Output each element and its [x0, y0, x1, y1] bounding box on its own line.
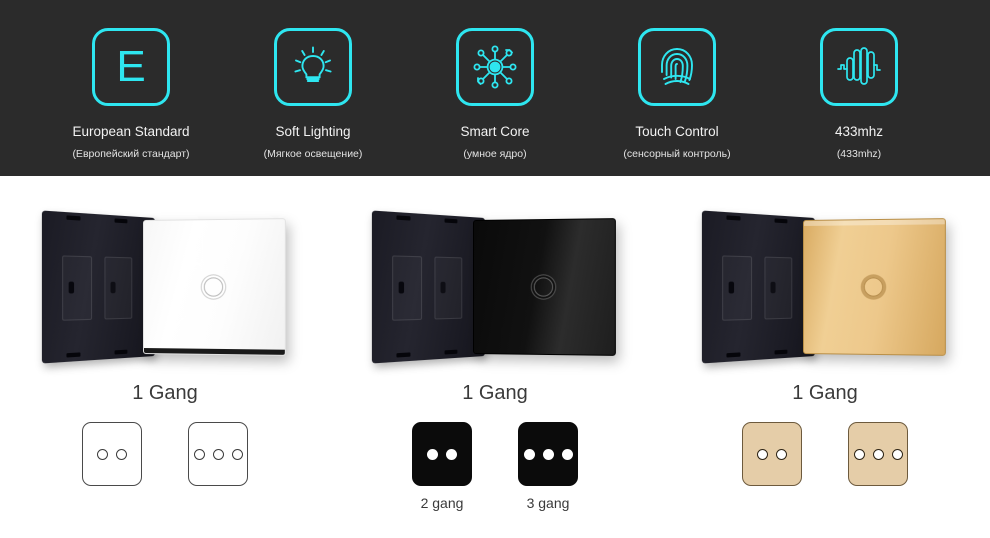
variant-face — [742, 422, 802, 486]
product-photo-gold — [660, 214, 990, 366]
feature-item-european-standard: E European Standard (Европейский стандар… — [42, 28, 220, 160]
gang-dot — [232, 449, 243, 460]
feature-label: European Standard — [72, 124, 189, 139]
glass-panel-gold — [803, 218, 946, 356]
touch-indicator-icon — [204, 277, 223, 296]
waveform-glyph — [832, 41, 886, 93]
product-column-white[interactable]: 1 Gang — [0, 176, 330, 538]
gang-dot — [97, 449, 108, 460]
lightbulb-glyph — [288, 42, 338, 92]
product-column-gold[interactable]: 1 Gang — [660, 176, 990, 538]
variant-row-white — [0, 422, 330, 534]
gang-dot — [524, 449, 535, 460]
feature-item-smart-core: Smart Core (умное ядро) — [406, 28, 584, 160]
feature-label: 433mhz — [835, 124, 883, 139]
feature-item-touch-control: Touch Control (сенсорный контроль) — [588, 28, 766, 160]
variant-face — [82, 422, 142, 486]
feature-sublabel: (433mhz) — [837, 148, 881, 160]
variant-row-gold — [660, 422, 990, 534]
gang-dot — [562, 449, 573, 460]
feature-sublabel: (Мягкое освещение) — [264, 148, 363, 160]
variant-face — [412, 422, 472, 486]
product-caption: 1 Gang — [660, 382, 990, 405]
gang-dot — [213, 449, 224, 460]
gang-dot — [757, 449, 768, 460]
gang-dot — [543, 449, 554, 460]
fingerprint-glyph — [653, 41, 701, 93]
variant-face — [518, 422, 578, 486]
rear-module — [372, 210, 485, 363]
feature-sublabel: (сенсорный контроль) — [623, 148, 730, 160]
product-column-black[interactable]: 1 Gang 2 gang 3 gang — [330, 176, 660, 538]
gang-dot — [427, 449, 438, 460]
feature-label: Smart Core — [460, 124, 529, 139]
gang-dot — [873, 449, 884, 460]
gang-dot — [776, 449, 787, 460]
feature-banner: E European Standard (Европейский стандар… — [0, 0, 990, 176]
feature-item-433mhz: 433mhz (433mhz) — [770, 28, 948, 160]
fingerprint-icon — [638, 28, 716, 106]
radio-waveform-icon — [820, 28, 898, 106]
gang-dot — [116, 449, 127, 460]
variant-black-3gang[interactable]: 3 gang — [518, 422, 578, 534]
feature-sublabel: (Европейский стандарт) — [72, 148, 189, 160]
gang-dot — [854, 449, 865, 460]
product-photo-black — [330, 214, 660, 366]
smart-core-glyph — [468, 40, 522, 94]
variant-gold-2gang[interactable] — [742, 422, 802, 534]
gang-dot — [892, 449, 903, 460]
smart-core-hub-icon — [456, 28, 534, 106]
product-caption: 1 Gang — [330, 382, 660, 405]
variant-label: 3 gang — [527, 495, 570, 513]
feature-sublabel: (умное ядро) — [463, 148, 526, 160]
variant-row-black: 2 gang 3 gang — [330, 422, 660, 534]
variant-gold-3gang[interactable] — [848, 422, 908, 534]
variant-face — [848, 422, 908, 486]
feature-item-soft-lighting: Soft Lighting (Мягкое освещение) — [224, 28, 402, 160]
product-photo-white — [0, 214, 330, 366]
glass-panel-black — [473, 218, 616, 356]
variant-label: 2 gang — [421, 495, 464, 513]
letter-e-glyph: E — [116, 45, 145, 89]
letter-e-icon: E — [92, 28, 170, 106]
feature-label: Touch Control — [635, 124, 718, 139]
variant-white-3gang[interactable] — [188, 422, 248, 534]
variant-black-2gang[interactable]: 2 gang — [412, 422, 472, 534]
lightbulb-icon — [274, 28, 352, 106]
variant-white-2gang[interactable] — [82, 422, 142, 534]
touch-indicator-icon — [864, 277, 883, 296]
product-caption: 1 Gang — [0, 382, 330, 405]
rear-module — [702, 210, 815, 363]
product-showcase: 1 Gang 1 Gang 2 gang 3 gang 1 Gang — [0, 176, 990, 538]
variant-face — [188, 422, 248, 486]
glass-panel-white — [143, 218, 286, 356]
feature-label: Soft Lighting — [275, 124, 350, 139]
rear-module — [42, 210, 155, 363]
gang-dot — [194, 449, 205, 460]
touch-indicator-icon — [534, 277, 553, 296]
gang-dot — [446, 449, 457, 460]
